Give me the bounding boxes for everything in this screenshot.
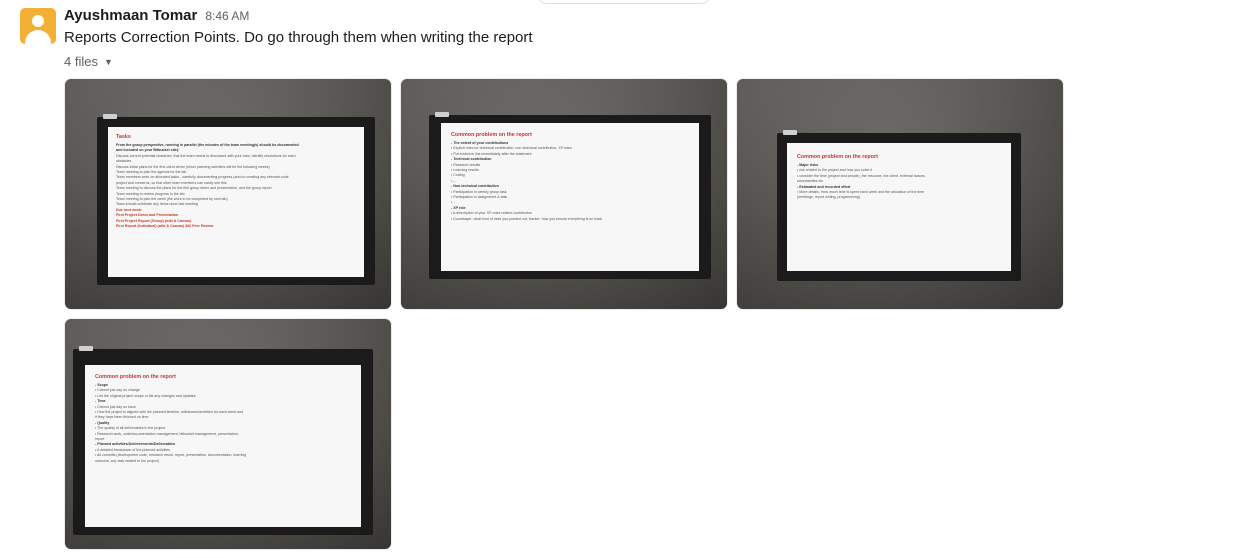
monitor: Tasks From the group perspective, runnin… (97, 114, 375, 285)
slide-line: First Report (Individual) (wiki & Canvas… (116, 224, 214, 229)
slide-lines: - Major risks • risk related to the proje… (797, 163, 1001, 201)
slide-title: Common problem on the report (797, 154, 878, 160)
file-thumbnail-2[interactable]: Common problem on the report - The exten… (401, 79, 727, 309)
avatar-body-shape (25, 30, 51, 44)
slide-screen: Common problem on the report - Major ris… (787, 143, 1011, 271)
message-text: Reports Correction Points. Do go through… (64, 29, 533, 46)
slide-screen: Tasks From the group perspective, runnin… (108, 127, 364, 277)
message-timestamp[interactable]: 8:46 AM (205, 9, 249, 23)
slide-line: (meetings, report writing, programming) (797, 195, 860, 200)
slide-screen: Common problem on the report - Scope • Ca… (85, 365, 361, 527)
file-thumbnail-3[interactable]: Common problem on the report - Major ris… (737, 79, 1063, 309)
monitor: Common problem on the report - Major ris… (777, 130, 1021, 281)
slide-lines: - Scope • Cannot just say no change • List… (95, 383, 351, 464)
slide-line: • Doomsayer: what kind of risks you poin… (451, 216, 603, 221)
slide-screen: Common problem on the report - The exten… (441, 123, 699, 271)
new-messages-pill[interactable] (538, 0, 710, 4)
user-avatar[interactable] (20, 8, 56, 44)
monitor-label (79, 346, 93, 351)
file-thumbnail-1[interactable]: Tasks From the group perspective, runnin… (65, 79, 391, 309)
monitor: Common problem on the report - Scope • Ca… (73, 346, 373, 535)
slide-title: Common problem on the report (451, 132, 532, 138)
monitor-label (435, 112, 449, 117)
slide-line: outcome, any task related to the project… (95, 458, 160, 463)
slide-lines: From the group perspective, running in p… (116, 143, 356, 230)
chevron-down-icon: ▼ (103, 56, 113, 67)
files-toggle[interactable]: 4 files ▼ (64, 54, 113, 69)
avatar-head-shape (32, 15, 44, 27)
slide-lines: - The extent of your contributions • Expl… (451, 141, 689, 222)
files-count-label: 4 files (64, 54, 98, 69)
monitor: Common problem on the report - The exten… (429, 112, 711, 279)
monitor-label (783, 130, 797, 135)
message-header: Ayushmaan Tomar 8:46 AM (64, 7, 249, 27)
monitor-label (103, 114, 117, 119)
sender-name[interactable]: Ayushmaan Tomar (64, 7, 197, 24)
file-thumbnail-4[interactable]: Common problem on the report - Scope • Ca… (65, 319, 391, 549)
slide-title: Common problem on the report (95, 374, 176, 380)
slide-title: Tasks (116, 134, 131, 140)
